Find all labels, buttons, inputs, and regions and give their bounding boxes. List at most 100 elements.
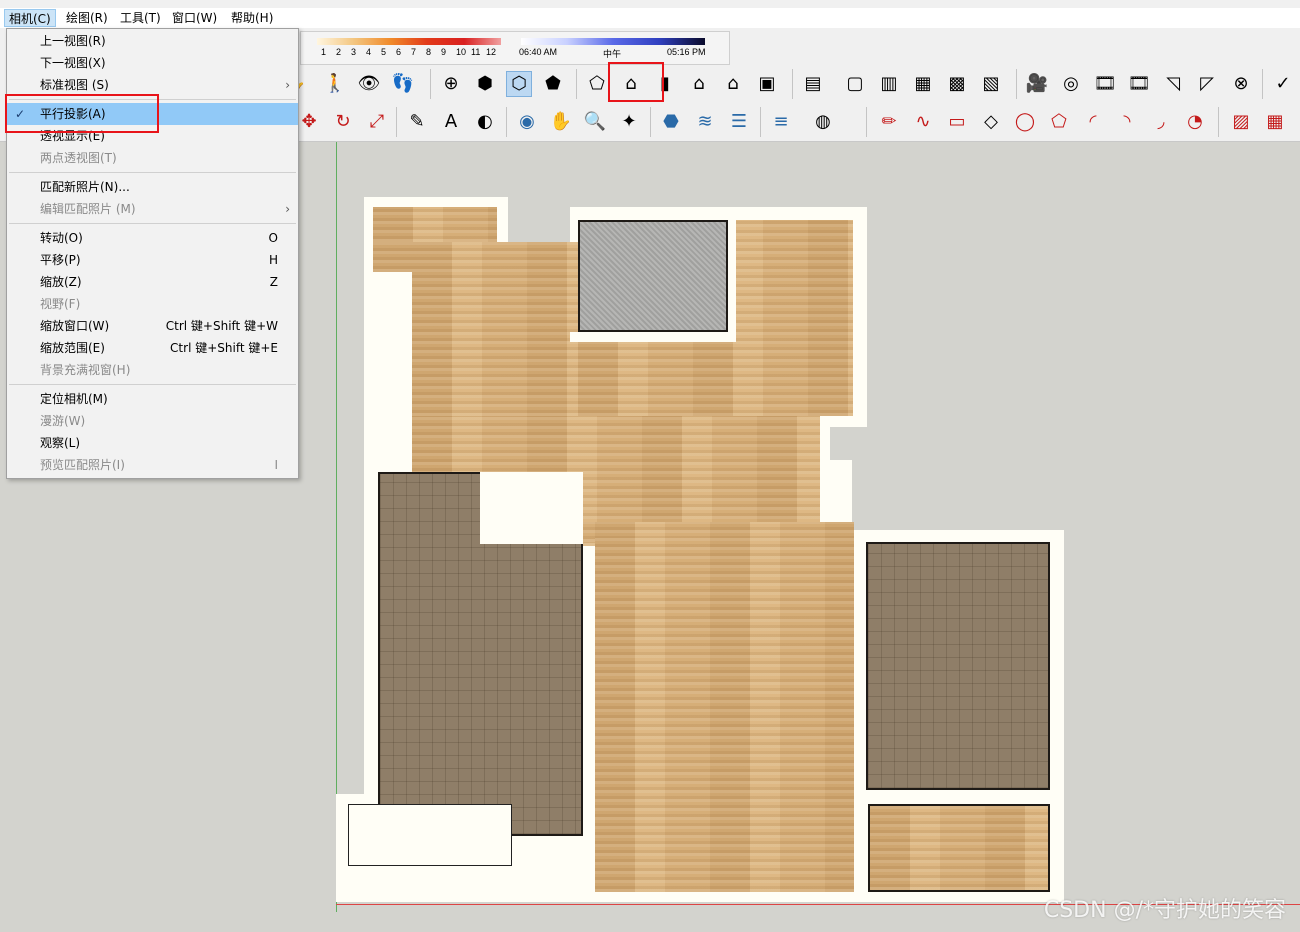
section-plane-icon[interactable]: ⊕ xyxy=(438,71,464,97)
textured-icon[interactable]: ▩ xyxy=(944,71,970,97)
section-fill-icon[interactable]: ◹ xyxy=(1160,71,1186,97)
annotation-box xyxy=(5,94,159,133)
check-icon[interactable]: ✓ xyxy=(1270,71,1296,97)
menu-item-label: 编辑匹配照片 (M) xyxy=(40,202,136,216)
menu-tools[interactable]: 工具(T) xyxy=(116,9,165,27)
hidden-line-icon[interactable]: ▥ xyxy=(876,71,902,97)
three-point-arc-icon[interactable]: ◞ xyxy=(1148,109,1174,135)
time-slider[interactable] xyxy=(521,38,705,45)
chevron-right-icon: › xyxy=(285,78,290,92)
styles-icon[interactable]: ☰ xyxy=(726,109,752,135)
pan-icon[interactable]: ✋ xyxy=(548,109,574,135)
circle-icon[interactable]: ◯ xyxy=(1012,109,1038,135)
camera-menu-item: 两点透视图(T) xyxy=(7,147,298,169)
menu-bar: 相机(C) 绘图(R) 工具(T) 窗口(W) 帮助(H) xyxy=(0,8,1300,28)
menu-item-label: 标准视图 (S) xyxy=(40,78,109,92)
rectangle-icon[interactable]: ▭ xyxy=(944,109,970,135)
person-icon[interactable]: 🚶 xyxy=(322,71,348,97)
toolbar-separator xyxy=(396,107,397,137)
text-icon[interactable]: A xyxy=(438,109,464,135)
toolbar-separator xyxy=(792,69,793,99)
menu-item-label: 观察(L) xyxy=(40,436,81,450)
paint-icon[interactable]: ◐ xyxy=(472,109,498,135)
wall-block xyxy=(480,472,583,544)
wireframe-icon[interactable]: ▢ xyxy=(842,71,868,97)
eye-icon[interactable]: 👁 xyxy=(356,71,382,97)
section-cut-icon[interactable]: ◸ xyxy=(1194,71,1220,97)
walk-icon[interactable]: 🎞 xyxy=(1092,71,1118,97)
polygon-icon[interactable]: ⬠ xyxy=(1046,109,1072,135)
camera-menu-item: 漫游(W) xyxy=(7,410,298,432)
xray-icon[interactable]: ▣ xyxy=(754,71,780,97)
camera-menu-item[interactable]: 下一视图(X) xyxy=(7,52,298,74)
camera-menu-item[interactable]: 标准视图 (S) › xyxy=(7,74,298,96)
camera-menu-item[interactable]: 平移(P) H xyxy=(7,249,298,271)
shaded-icon[interactable]: ▦ xyxy=(910,71,936,97)
camera-icon[interactable]: 🎥 xyxy=(1024,71,1050,97)
rotate-icon[interactable]: ↻ xyxy=(330,109,356,135)
grid-icon[interactable]: ▦ xyxy=(1262,109,1288,135)
camera-menu-item[interactable]: 上一视图(R) xyxy=(7,30,298,52)
house-view-icon[interactable]: ⌂ xyxy=(720,71,746,97)
menu-item-label: 下一视图(X) xyxy=(40,56,106,70)
toolbar-separator xyxy=(506,107,507,137)
menu-item-shortcut: I xyxy=(274,458,278,472)
monochrome-icon[interactable]: ▧ xyxy=(978,71,1004,97)
rotated-rect-icon[interactable]: ◇ xyxy=(978,109,1004,135)
zoom-extents-icon[interactable]: ✦ xyxy=(616,109,642,135)
freehand-icon[interactable]: ∿ xyxy=(910,109,936,135)
user-icon[interactable]: ◍ xyxy=(810,109,836,135)
toolbar-separator xyxy=(650,107,651,137)
menu-item-label: 匹配新照片(N)... xyxy=(40,180,130,194)
pie-icon[interactable]: ◔ xyxy=(1182,109,1208,135)
right-view-icon[interactable]: ⬠ xyxy=(584,71,610,97)
back-edges-icon[interactable]: ▤ xyxy=(800,71,826,97)
move-icon[interactable]: ✥ xyxy=(296,109,322,135)
camera-menu-item[interactable]: 转动(O) O xyxy=(7,227,298,249)
watermark: CSDN @/*守护她的笑容 xyxy=(1043,898,1286,923)
camera-menu-item[interactable]: 匹配新照片(N)... xyxy=(7,176,298,198)
camera-menu-item: 编辑匹配照片 (M) › xyxy=(7,198,298,220)
toolbar-separator xyxy=(760,107,761,137)
menu-item-label: 视野(F) xyxy=(40,297,81,311)
outliner-icon[interactable]: ≡ xyxy=(768,109,794,135)
month-label: 3 xyxy=(351,47,357,57)
month-slider[interactable] xyxy=(317,38,501,45)
match-photo-icon[interactable]: ◎ xyxy=(1058,71,1084,97)
sandbox-icon[interactable]: ▨ xyxy=(1228,109,1254,135)
camera-menu-item[interactable]: 定位相机(M) xyxy=(7,388,298,410)
toolbar-separator xyxy=(1016,69,1017,99)
shadow-settings-panel: 1 2 3 4 5 6 7 8 9 10 11 12 06:40 AM 中午 05:16 PM xyxy=(300,31,730,65)
top-view-icon[interactable]: ⬡ xyxy=(506,71,532,97)
zoom-icon[interactable]: 🔍 xyxy=(582,109,608,135)
menu-item-label: 背景充满视窗(H) xyxy=(40,363,131,377)
menu-help[interactable]: 帮助(H) xyxy=(227,9,277,27)
menu-window[interactable]: 窗口(W) xyxy=(168,9,221,27)
bottom-view-icon[interactable]: ⌂ xyxy=(686,71,712,97)
look-around-icon[interactable]: 🎞 xyxy=(1126,71,1152,97)
menu-item-label: 两点透视图(T) xyxy=(40,151,117,165)
camera-menu-item[interactable]: 缩放范围(E) Ctrl 键+Shift 键+E xyxy=(7,337,298,359)
month-label: 7 xyxy=(411,47,417,57)
components-icon[interactable]: ⬣ xyxy=(658,109,684,135)
layers-icon[interactable]: ≋ xyxy=(692,109,718,135)
camera-menu-item[interactable]: 缩放(Z) Z xyxy=(7,271,298,293)
footprints-icon[interactable]: 👣 xyxy=(390,71,416,97)
iso-view-icon[interactable]: ⬢ xyxy=(472,71,498,97)
menu-draw[interactable]: 绘图(R) xyxy=(62,9,112,27)
camera-menu-item[interactable]: 观察(L) xyxy=(7,432,298,454)
pencil-icon[interactable]: ✏ xyxy=(876,109,902,135)
camera-menu-item[interactable]: 缩放窗口(W) Ctrl 键+Shift 键+W xyxy=(7,315,298,337)
wood-floor xyxy=(595,537,854,892)
wood-floor xyxy=(373,207,497,242)
no-entry-icon[interactable]: ⊗ xyxy=(1228,71,1254,97)
menu-item-shortcut: H xyxy=(268,253,278,267)
two-point-arc-icon[interactable]: ◝ xyxy=(1114,109,1140,135)
scale-icon[interactable]: ⤢ xyxy=(364,109,390,135)
front-view-icon[interactable]: ⬟ xyxy=(540,71,566,97)
orbit-icon[interactable]: ◉ xyxy=(514,109,540,135)
annotation-box xyxy=(608,62,664,102)
arc-icon[interactable]: ◜ xyxy=(1080,109,1106,135)
tape-icon[interactable]: ✎ xyxy=(404,109,430,135)
menu-camera[interactable]: 相机(C) xyxy=(4,9,56,27)
